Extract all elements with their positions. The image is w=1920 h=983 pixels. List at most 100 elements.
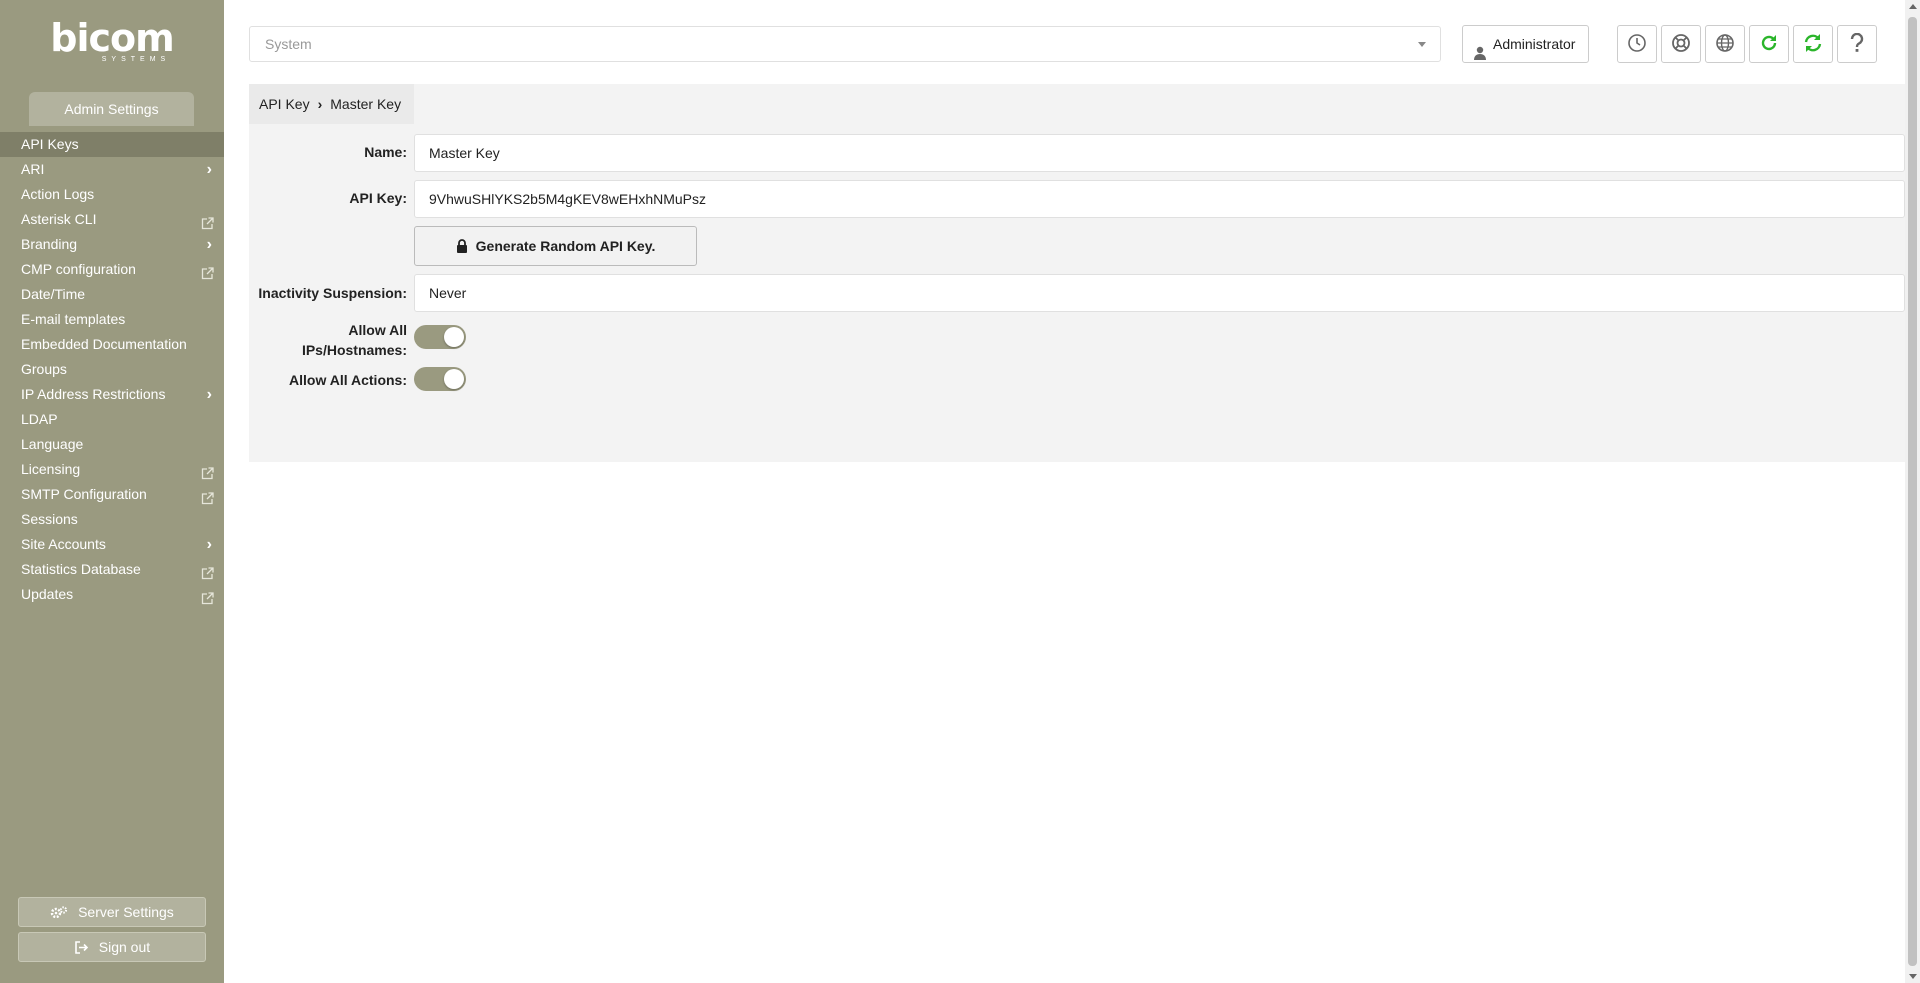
sidebar-item-label: Asterisk CLI (21, 211, 97, 227)
name-input[interactable]: Master Key (414, 134, 1905, 172)
sidebar-item-date-time[interactable]: Date/Time (0, 282, 224, 307)
sidebar-nav: API Keys ARI › Action Logs Asterisk CLI Brand… (0, 132, 224, 607)
globe-icon (1715, 33, 1735, 56)
allow-all-ips-label-line1: Allow All (348, 322, 407, 338)
sidebar-item-site-accounts[interactable]: Site Accounts › (0, 532, 224, 557)
chevron-down-icon (1418, 42, 1426, 47)
sidebar-item-label: Branding (21, 236, 78, 252)
sign-out-label: Sign out (98, 939, 151, 955)
user-menu-button[interactable]: Administrator (1462, 25, 1589, 63)
cogs-icon (50, 904, 72, 920)
allow-all-actions-toggle[interactable] (414, 367, 466, 391)
user-menu-label: Administrator (1493, 36, 1576, 52)
scroll-up-icon[interactable] (1909, 4, 1917, 9)
scrollbar-thumb[interactable] (1908, 17, 1917, 966)
clock-icon (1627, 33, 1647, 56)
server-settings-button[interactable]: Server Settings (18, 897, 206, 927)
sidebar-item-label: Language (21, 436, 84, 452)
brand-logo[interactable]: bicom SYSTEMS (0, 18, 224, 63)
sync-icon (1802, 33, 1824, 56)
allow-all-ips-label: Allow All IPs/Hostnames: (249, 320, 407, 360)
api-key-label: API Key: (349, 190, 407, 206)
sidebar-item-sessions[interactable]: Sessions (0, 507, 224, 532)
generate-api-key-label: Generate Random API Key. (475, 238, 656, 254)
support-icon (1671, 33, 1691, 56)
lock-icon (456, 229, 468, 267)
reload-icon (1759, 33, 1779, 56)
inactivity-suspension-select[interactable]: Never (414, 274, 1905, 312)
chevron-right-icon: › (206, 236, 212, 253)
api-key-form-panel: API Key › Master Key Name: Master Key API … (249, 84, 1905, 462)
sidebar-item-embedded-documentation[interactable]: Embedded Documentation (0, 332, 224, 357)
sidebar-item-asterisk-cli[interactable]: Asterisk CLI (0, 207, 224, 232)
api-key-input[interactable]: 9VhwuSHlYKS2b5M4gKEV8wEHxhNMuPsz (414, 180, 1905, 218)
sidebar-item-ip-address-restrictions[interactable]: IP Address Restrictions › (0, 382, 224, 407)
sidebar-item-label: Embedded Documentation (21, 336, 187, 352)
external-link-icon (201, 563, 214, 580)
language-button[interactable] (1705, 25, 1745, 63)
breadcrumb-current: Master Key (330, 96, 402, 112)
sign-out-button[interactable]: Sign out (18, 932, 206, 962)
help-button[interactable] (1837, 25, 1877, 63)
system-select-value: System (265, 36, 312, 52)
sidebar-item-label: Licensing (21, 461, 81, 477)
sync-button[interactable] (1793, 25, 1833, 63)
sidebar-item-label: Site Accounts (21, 536, 106, 552)
sign-out-icon (74, 939, 93, 955)
sidebar-item-groups[interactable]: Groups (0, 357, 224, 382)
sidebar-item-e-mail-templates[interactable]: E-mail templates (0, 307, 224, 332)
generate-api-key-button[interactable]: Generate Random API Key. (414, 226, 697, 266)
external-link-icon (201, 213, 214, 230)
sidebar-item-action-logs[interactable]: Action Logs (0, 182, 224, 207)
user-icon (1474, 37, 1486, 73)
name-label: Name: (364, 144, 407, 160)
sidebar-item-label: Date/Time (21, 286, 86, 302)
chevron-right-icon: › (317, 96, 323, 112)
sidebar-item-smtp-configuration[interactable]: SMTP Configuration (0, 482, 224, 507)
sidebar-item-label: Groups (21, 361, 67, 377)
support-button[interactable] (1661, 25, 1701, 63)
sidebar-item-ari[interactable]: ARI › (0, 157, 224, 182)
sidebar-item-branding[interactable]: Branding › (0, 232, 224, 257)
admin-settings-tab[interactable]: Admin Settings (29, 92, 194, 126)
history-button[interactable] (1617, 25, 1657, 63)
sidebar-item-ldap[interactable]: LDAP (0, 407, 224, 432)
sidebar-item-label: SMTP Configuration (21, 486, 147, 502)
toggle-knob (444, 369, 464, 389)
page-scrollbar[interactable] (1905, 0, 1920, 983)
allow-all-ips-label-line2: IPs/Hostnames: (301, 342, 407, 358)
server-settings-label: Server Settings (78, 904, 174, 920)
breadcrumb-parent[interactable]: API Key (259, 96, 310, 112)
sidebar-item-label: Action Logs (21, 186, 95, 202)
sidebar-item-label: API Keys (21, 136, 79, 152)
logo-subtitle: SYSTEMS (101, 56, 171, 63)
external-link-icon (201, 463, 214, 480)
inactivity-suspension-label: Inactivity Suspension: (258, 285, 407, 301)
sidebar-item-updates[interactable]: Updates (0, 582, 224, 607)
sidebar-item-label: ARI (21, 161, 45, 177)
breadcrumb: API Key › Master Key (249, 84, 414, 124)
sidebar-item-api-keys[interactable]: API Keys (0, 132, 224, 157)
external-link-icon (201, 263, 214, 280)
sidebar-item-label: CMP configuration (21, 261, 136, 277)
system-select[interactable]: System (249, 26, 1441, 62)
sidebar-item-label: Sessions (21, 511, 78, 527)
sidebar-item-language[interactable]: Language (0, 432, 224, 457)
sidebar-item-label: E-mail templates (21, 311, 126, 327)
chevron-right-icon: › (206, 536, 212, 553)
toggle-knob (444, 327, 464, 347)
scroll-down-icon[interactable] (1909, 974, 1917, 979)
external-link-icon (201, 588, 214, 605)
sidebar-item-cmp-configuration[interactable]: CMP configuration (0, 257, 224, 282)
external-link-icon (201, 488, 214, 505)
logo-wordmark: bicom (50, 16, 174, 60)
sidebar-item-label: Statistics Database (21, 561, 141, 577)
sidebar-item-label: Updates (21, 586, 74, 602)
chevron-right-icon: › (206, 386, 212, 403)
sidebar-item-licensing[interactable]: Licensing (0, 457, 224, 482)
reload-button[interactable] (1749, 25, 1789, 63)
allow-all-ips-toggle[interactable] (414, 325, 466, 349)
sidebar-item-label: IP Address Restrictions (21, 386, 166, 402)
sidebar: bicom SYSTEMS Admin Settings API Keys ARI… (0, 0, 224, 983)
sidebar-item-statistics-database[interactable]: Statistics Database (0, 557, 224, 582)
